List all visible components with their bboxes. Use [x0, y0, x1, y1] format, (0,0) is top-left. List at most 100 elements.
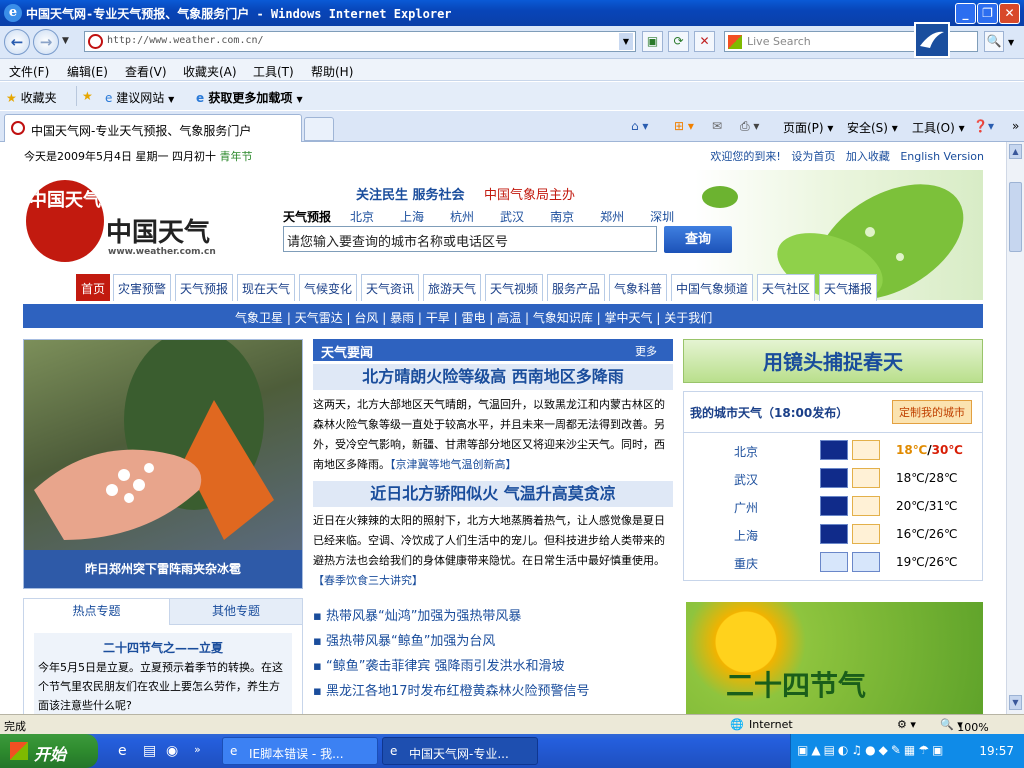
city-name[interactable]: 广州 — [734, 499, 758, 516]
photo-caption[interactable]: 昨日郑州突下雷阵雨夹杂冰雹 — [24, 550, 302, 588]
related-link-1[interactable]: 【京津冀等地气温创新高】 — [390, 458, 517, 471]
menu-help[interactable]: 帮助(H) — [311, 63, 353, 80]
protected-mode-icon[interactable]: ⚙ ▾ — [897, 718, 916, 731]
tab-weather[interactable]: 中国天气网-专业天气预报、气象服务门户 — [4, 114, 302, 142]
subnav-link[interactable]: 气象卫星 — [235, 311, 283, 325]
minimize-button[interactable]: _ — [955, 3, 976, 24]
city-link[interactable]: 杭州 — [450, 210, 474, 224]
stop-icon[interactable]: ✕ — [694, 31, 715, 52]
customize-city-button[interactable]: 定制我的城市 — [892, 400, 972, 424]
nav-climate-change[interactable]: 气候变化 — [299, 274, 358, 301]
logo-seal-icon[interactable]: 中国天气 — [26, 180, 104, 262]
add-favorite-icon[interactable]: ★ — [82, 89, 93, 103]
city-name[interactable]: 北京 — [734, 443, 758, 460]
subnav-link[interactable]: 掌中天气 — [605, 311, 653, 325]
start-button[interactable]: 开始 — [0, 734, 98, 768]
list-item[interactable]: ▪ 黑龙江各地17时发布红橙黄森林火险预警信号 — [313, 679, 673, 704]
search-options-icon[interactable]: ▼ — [1008, 38, 1014, 47]
subnav-link[interactable]: 台风 — [354, 311, 378, 325]
feeds-icon[interactable]: ⊞ ▾ — [674, 119, 694, 133]
nav-weather-channel[interactable]: 中国气象频道 — [671, 274, 754, 301]
suggested-sites-link[interactable]: e 建议网站 ▼ — [105, 89, 174, 106]
maximize-button[interactable]: ❐ — [977, 3, 998, 24]
favorites-button[interactable]: ★ 收藏夹 — [6, 89, 57, 106]
list-item[interactable]: ▪ “鲸鱼”袭击菲律宾 强降雨引发洪水和滑坡 — [313, 654, 673, 679]
refresh-icon[interactable]: ⟳ — [668, 31, 689, 52]
english-version-link[interactable]: English Version — [900, 150, 984, 163]
headline-2[interactable]: 近日北方骄阳似火 气温升高莫贪凉 — [313, 481, 673, 507]
media-quicklaunch-icon[interactable]: ◉ — [166, 743, 178, 759]
forward-icon[interactable]: → — [33, 29, 59, 55]
add-favorite-link[interactable]: 加入收藏 — [846, 150, 890, 163]
scroll-down-icon[interactable]: ▼ — [1009, 695, 1022, 710]
vertical-scrollbar[interactable]: ▲ ▼ — [1006, 142, 1024, 714]
nav-science[interactable]: 气象科普 — [609, 274, 668, 301]
window-titlebar[interactable]: e 中国天气网-专业天气预报、气象服务门户 - Windows Internet… — [0, 0, 1024, 26]
history-dropdown-icon[interactable]: ▼ — [62, 36, 69, 46]
address-field[interactable]: http://www.weather.com.cn/ ▼ — [84, 31, 636, 52]
new-tab-button[interactable] — [304, 117, 334, 141]
nav-travel-weather[interactable]: 旅游天气 — [423, 274, 482, 301]
tab-hot-topics[interactable]: 热点专题 — [24, 599, 170, 625]
help-icon[interactable]: ❓▾ — [973, 119, 994, 133]
menu-file[interactable]: 文件(F) — [9, 63, 49, 80]
city-link[interactable]: 郑州 — [600, 210, 624, 224]
url-dropdown-icon[interactable]: ▼ — [619, 33, 633, 50]
city-link[interactable]: 北京 — [350, 210, 374, 224]
nav-forecast[interactable]: 天气预报 — [175, 274, 234, 301]
tab-other-topics[interactable]: 其他专题 — [170, 599, 302, 625]
subnav-link[interactable]: 关于我们 — [664, 311, 712, 325]
subnav-link[interactable]: 雷电 — [461, 311, 485, 325]
print-icon[interactable]: ⎙ ▾ — [740, 119, 759, 134]
more-commands-icon[interactable]: » — [1012, 119, 1019, 133]
subnav-link[interactable]: 暴雨 — [390, 311, 414, 325]
mail-icon[interactable]: ✉ — [712, 119, 722, 133]
city-link[interactable]: 武汉 — [500, 210, 524, 224]
solar-terms-banner[interactable]: 二十四节气 — [686, 602, 983, 714]
subnav-link[interactable]: 干旱 — [426, 311, 450, 325]
back-icon[interactable]: ← — [4, 29, 30, 55]
city-name[interactable]: 重庆 — [734, 555, 758, 572]
spring-banner[interactable]: 用镜头捕捉春天 — [683, 339, 983, 383]
subnav-link[interactable]: 气象知识库 — [533, 311, 593, 325]
nav-current-weather[interactable]: 现在天气 — [237, 274, 296, 301]
clock[interactable]: 19:57 — [979, 744, 1014, 758]
city-name[interactable]: 上海 — [734, 527, 758, 544]
city-link[interactable]: 上海 — [400, 210, 424, 224]
safety-menu[interactable]: 安全(S) ▾ — [847, 119, 898, 136]
city-link[interactable]: 深圳 — [650, 210, 674, 224]
page-menu[interactable]: 页面(P) ▾ — [783, 119, 833, 136]
desktop-quicklaunch-icon[interactable]: ▤ — [143, 743, 156, 759]
tools-menu[interactable]: 工具(O) ▾ — [912, 119, 965, 136]
scroll-thumb[interactable] — [1009, 182, 1022, 252]
nav-home[interactable]: 首页 — [76, 274, 111, 301]
nav-weather-video[interactable]: 天气视频 — [485, 274, 544, 301]
nav-broadcast[interactable]: 天气播报 — [819, 274, 878, 301]
city-search-input[interactable]: 请您输入要查询的城市名称或电话区号 — [283, 226, 657, 252]
quicklaunch-more-icon[interactable]: » — [194, 743, 201, 756]
set-homepage-link[interactable]: 设为首页 — [791, 150, 835, 163]
zoom-control[interactable]: 🔍 100% ▾ — [940, 718, 989, 734]
compatibility-icon[interactable]: ▣ — [642, 31, 663, 52]
city-link[interactable]: 南京 — [550, 210, 574, 224]
list-item[interactable]: ▪ 热带风暴“灿鸿”加强为强热带风暴 — [313, 604, 673, 629]
news-more-link[interactable]: 更多 — [635, 343, 657, 359]
subnav-link[interactable]: 天气雷达 — [295, 311, 343, 325]
related-link-2[interactable]: 【春季饮食三大讲究】 — [313, 574, 423, 587]
taskbar-item-weather[interactable]: e 中国天气网-专业... — [382, 737, 538, 765]
topic-title[interactable]: 二十四节气之——立夏 — [34, 639, 292, 656]
nav-weather-news[interactable]: 天气资讯 — [361, 274, 420, 301]
menu-view[interactable]: 查看(V) — [125, 63, 167, 80]
headline-1[interactable]: 北方晴朗火险等级高 西南地区多降雨 — [313, 364, 673, 390]
menu-favorites[interactable]: 收藏夹(A) — [183, 63, 237, 80]
nav-disaster-warning[interactable]: 灾害预警 — [113, 274, 172, 301]
menu-edit[interactable]: 编辑(E) — [67, 63, 108, 80]
search-go-icon[interactable]: 🔍 — [984, 31, 1004, 52]
tray-icons[interactable]: ▣▲▤◐♫●◆✎▦☂▣ — [797, 743, 946, 757]
taskbar-item-script-error[interactable]: e IE脚本错误 - 我... — [222, 737, 378, 765]
list-item[interactable]: ▪ 强热带风暴“鲸鱼”加强为台风 — [313, 629, 673, 654]
addons-link[interactable]: e 获取更多加载项 ▼ — [196, 89, 303, 106]
logo-text[interactable]: 中国天气 — [106, 212, 210, 249]
close-button[interactable]: ✕ — [999, 3, 1020, 24]
news-photo[interactable]: 昨日郑州突下雷阵雨夹杂冰雹 — [23, 330, 303, 589]
